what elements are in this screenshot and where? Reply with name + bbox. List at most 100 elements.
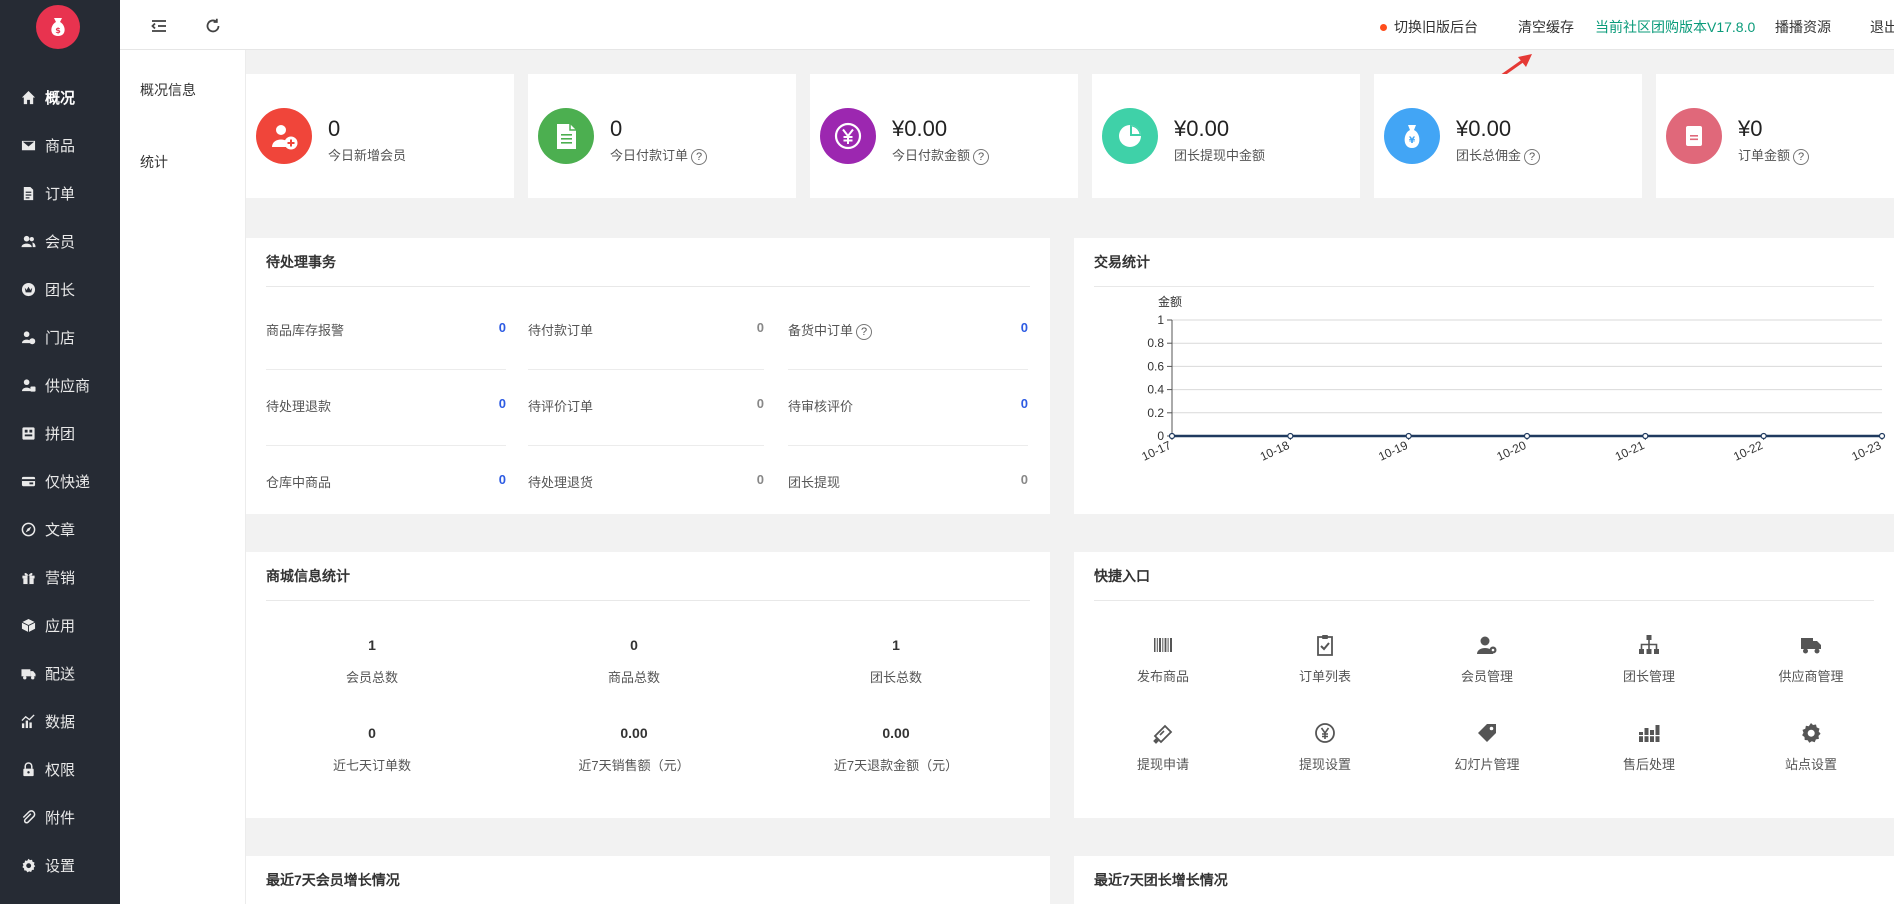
sidebar-item-8[interactable]: 仅快递	[0, 457, 120, 505]
stat-card[interactable]: ¥0.00 今日付款金额?	[810, 74, 1078, 198]
sidebar-item-16[interactable]: 设置	[0, 841, 120, 889]
document-icon	[20, 185, 36, 201]
sidebar-item-12[interactable]: 配送	[0, 649, 120, 697]
quick-entry-org-chart[interactable]: 团长管理	[1589, 632, 1709, 685]
logout-link[interactable]: 退出	[1870, 17, 1894, 37]
quick-entry-label: 站点设置	[1784, 757, 1837, 772]
stat-card[interactable]: ¥0 订单金额?	[1656, 74, 1894, 198]
task-label-row: 仓库中商品	[266, 472, 331, 491]
stat-card[interactable]: 0 今日付款订单?	[528, 74, 796, 198]
refresh-button[interactable]	[204, 17, 222, 35]
quick-entry-ticket[interactable]: 提现申请	[1103, 720, 1223, 773]
sidebar-item-label: 会员	[45, 233, 76, 251]
sidebar-item-9[interactable]: 文章	[0, 505, 120, 553]
sidebar-item-2[interactable]: 订单	[0, 169, 120, 217]
pie-icon	[1102, 108, 1158, 164]
pending-task-item[interactable]: 待处理退货 0	[528, 446, 764, 522]
help-icon[interactable]: ?	[973, 148, 990, 165]
sidebar-item-15[interactable]: 附件	[0, 793, 120, 841]
sidebar-item-label: 设置	[45, 857, 76, 875]
quick-entry-truck[interactable]: 供应商管理	[1751, 632, 1871, 685]
mall-stat-label: 团长总数	[869, 670, 922, 685]
quick-entry-yen-circle[interactable]: 提现设置	[1265, 720, 1385, 773]
mall-stat-label: 近7天退款金额（元）	[833, 758, 959, 773]
leader-growth-panel: 最近7天团长增长情况	[1074, 856, 1894, 904]
pending-task-item[interactable]: 仓库中商品 0	[266, 446, 506, 522]
pending-task-item[interactable]: 团长提现 0	[788, 446, 1028, 522]
org-chart-icon	[1636, 632, 1662, 658]
help-icon[interactable]: ?	[856, 323, 873, 340]
broadcast-resources-link[interactable]: 播播资源	[1775, 17, 1831, 37]
sidebar-item-7[interactable]: 拼团	[0, 409, 120, 457]
truck-icon	[1798, 632, 1824, 658]
sidebar-item-3[interactable]: 会员	[0, 217, 120, 265]
task-label-row: 备货中订单?	[788, 320, 873, 340]
version-link[interactable]: 当前社区团购版本V17.8.0	[1595, 17, 1755, 37]
data-point[interactable]	[1642, 432, 1649, 440]
help-icon[interactable]: ?	[1793, 148, 1810, 165]
quick-entry-clipboard-check[interactable]: 订单列表	[1265, 632, 1385, 685]
stat-label-row: 今日新增会员	[328, 145, 406, 164]
pending-task-item[interactable]: 待处理退款 0	[266, 370, 506, 446]
pending-task-item[interactable]: 待付款订单 0	[528, 294, 764, 370]
data-point[interactable]	[1878, 432, 1886, 440]
data-point[interactable]	[1168, 432, 1176, 440]
pending-task-item[interactable]: 备货中订单? 0	[788, 294, 1028, 370]
task-count: 0	[756, 396, 764, 411]
collapse-menu-button[interactable]	[150, 17, 168, 35]
switch-old-label: 切换旧版后台	[1394, 19, 1478, 35]
switch-old-admin-link[interactable]: 切换旧版后台	[1380, 17, 1478, 37]
quick-entry-tag[interactable]: 幻灯片管理	[1427, 720, 1547, 773]
sidebar-item-11[interactable]: 应用	[0, 601, 120, 649]
sidebar-item-14[interactable]: 权限	[0, 745, 120, 793]
help-icon[interactable]: ?	[691, 148, 708, 165]
sidebar-item-0[interactable]: 概况	[0, 73, 120, 121]
data-point[interactable]	[1287, 432, 1294, 440]
quick-entry-bars[interactable]: 售后处理	[1589, 720, 1709, 773]
mall-stat-value: 1	[892, 637, 900, 653]
quick-entry-label: 团长管理	[1622, 669, 1675, 684]
stat-card[interactable]: 0 今日新增会员	[246, 74, 514, 198]
sidebar-item-label: 营销	[45, 569, 76, 587]
help-icon[interactable]: ?	[1524, 148, 1541, 165]
sidebar-item-label: 订单	[45, 185, 76, 203]
svg-text:$: $	[55, 26, 61, 35]
crown-icon	[20, 281, 36, 297]
sidebar-item-label: 门店	[45, 329, 76, 347]
quick-entry-gear[interactable]: 站点设置	[1751, 720, 1871, 773]
task-label: 仓库中商品	[266, 475, 332, 490]
stat-label: 今日付款订单	[610, 148, 689, 163]
sidebar-item-6[interactable]: 供应商	[0, 361, 120, 409]
mall-info-panel: 商城信息统计 1 会员总数 0 商品总数 1 团长总数 0 近七天订单数 0.00 近7天销售额（…	[246, 552, 1050, 818]
data-point[interactable]	[1760, 432, 1767, 440]
quick-entry-user-manage[interactable]: 会员管理	[1427, 632, 1547, 685]
sidebar-item-13[interactable]: 数据	[0, 697, 120, 745]
sidebar-item-1[interactable]: 商品	[0, 121, 120, 169]
trade-line-chart: 金额00.20.40.60.8110-17 10-18 10-19 10-20 10-2…	[1140, 294, 1886, 464]
logo[interactable]: $	[36, 5, 80, 49]
quick-entry-barcode[interactable]: 发布商品	[1103, 632, 1223, 685]
sidebar-item-5[interactable]: 门店	[0, 313, 120, 361]
cube-icon	[20, 617, 36, 633]
subnav-overview[interactable]: 概况信息	[120, 50, 245, 130]
main-sidebar: $ 概况 商品订单会员团长门店供应商拼团仅快递 文章营销应用 配送 数据 权限 附件设置	[0, 0, 120, 904]
pending-task-item[interactable]: 待审核评价 0	[788, 370, 1028, 446]
sidebar-item-4[interactable]: 团长	[0, 265, 120, 313]
data-point[interactable]	[1523, 432, 1531, 440]
y-tick-label: 0.2	[1147, 406, 1164, 420]
pending-tasks-panel: 待处理事务 商品库存报警 0 待付款订单 0 备货中订单? 0 待处理退款 0 待评价订单 0 待审…	[246, 238, 1050, 514]
stat-card[interactable]: ¥ ¥0.00 团长总佣金?	[1374, 74, 1642, 198]
users-icon	[20, 233, 36, 249]
mall-stat: 1 团长总数	[766, 637, 1026, 686]
sidebar-item-10[interactable]: 营销	[0, 553, 120, 601]
pending-task-item[interactable]: 商品库存报警 0	[266, 294, 506, 370]
clear-cache-link[interactable]: 清空缓存	[1518, 17, 1574, 37]
task-label-row: 待付款订单	[528, 320, 593, 339]
sidebar-item-label: 拼团	[45, 425, 76, 443]
mall-stat: 1 会员总数	[242, 637, 502, 686]
subnav-statistics[interactable]: 统计	[120, 130, 245, 194]
data-point[interactable]	[1405, 432, 1412, 440]
pending-task-item[interactable]: 待评价订单 0	[528, 370, 764, 446]
stat-card[interactable]: ¥0.00 团长提现中金额	[1092, 74, 1360, 198]
quick-entry-label: 发布商品	[1136, 669, 1189, 684]
